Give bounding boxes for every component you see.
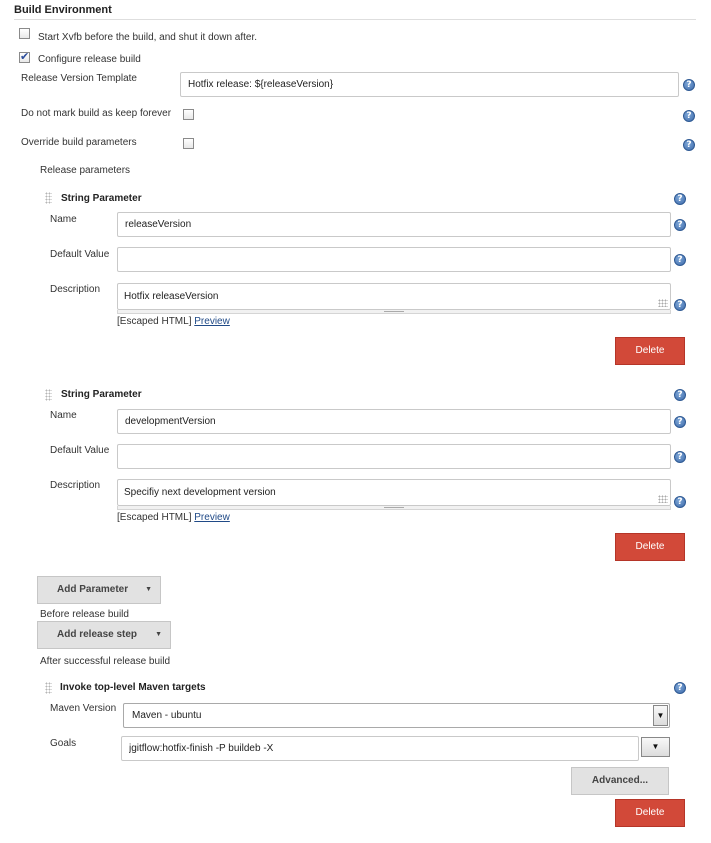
escaped-html-note: [Escaped HTML] Preview [117,316,230,327]
param-description-label: Description [50,284,101,295]
chevron-down-icon[interactable]: ▼ [653,705,668,726]
resize-grip-icon[interactable] [658,299,668,307]
caret-down-icon: ▼ [145,586,152,593]
drag-handle-icon[interactable] [45,682,52,694]
help-icon[interactable]: ? [683,79,695,91]
param-default-input[interactable] [117,247,671,272]
resize-grip-icon[interactable] [658,495,668,503]
section-title: Build Environment [14,4,112,16]
preview-link[interactable]: Preview [194,512,230,523]
param-default-label: Default Value [50,445,110,456]
param-description-textarea[interactable]: Specifiy next development version [117,479,671,506]
param-header: String Parameter [61,389,142,400]
goals-label: Goals [50,738,77,749]
help-icon[interactable]: ? [674,389,686,401]
help-icon[interactable]: ? [674,451,686,463]
param-default-input[interactable] [117,444,671,469]
maven-version-value: Maven - ubuntu [132,710,202,721]
add-parameter-label: Add Parameter [57,584,129,595]
release-parameters-label: Release parameters [40,165,131,176]
caret-down-icon: ▼ [155,631,162,638]
after-success-label: After successful release build [40,656,171,667]
help-icon[interactable]: ? [674,299,686,311]
param-name-label: Name [50,410,77,421]
escaped-html-note: [Escaped HTML] Preview [117,512,230,523]
configure-release-checkbox[interactable] [19,50,30,63]
param-description-label: Description [50,480,101,491]
help-icon[interactable]: ? [683,139,695,151]
param-header: String Parameter [61,193,142,204]
textarea-resize-bar[interactable] [117,310,671,314]
expand-goals-icon[interactable]: ▼ [641,737,670,757]
maven-header: Invoke top-level Maven targets [60,682,206,693]
help-icon[interactable]: ? [674,496,686,508]
help-icon[interactable]: ? [683,110,695,122]
release-version-template-input[interactable] [180,72,679,97]
param-description-value: Hotfix releaseVersion [124,291,219,302]
keep-forever-checkbox[interactable] [183,109,194,120]
param-name-input[interactable] [117,409,671,434]
configure-release-label: Configure release build [38,54,141,65]
drag-handle-icon[interactable] [45,192,52,204]
help-icon[interactable]: ? [674,193,686,205]
help-icon[interactable]: ? [674,254,686,266]
param-name-input[interactable] [117,212,671,237]
escaped-html-text: [Escaped HTML] [117,316,192,327]
maven-version-select[interactable]: Maven - ubuntu ▼ [123,703,670,728]
xvfb-label: Start Xvfb before the build, and shut it… [38,32,258,43]
param-description-value: Specifiy next development version [124,487,276,498]
before-release-label: Before release build [40,609,129,620]
section-divider [14,19,696,20]
textarea-resize-bar[interactable] [117,506,671,510]
xvfb-checkbox[interactable] [19,28,30,39]
help-icon[interactable]: ? [674,682,686,694]
help-icon[interactable]: ? [674,416,686,428]
maven-version-label: Maven Version [50,703,117,714]
keep-forever-label: Do not mark build as keep forever [21,108,172,119]
help-icon[interactable]: ? [674,219,686,231]
override-params-label: Override build parameters [21,137,137,148]
add-parameter-button[interactable]: Add Parameter ▼ [37,576,161,604]
release-version-template-label: Release Version Template [21,73,137,84]
add-release-step-button[interactable]: Add release step ▼ [37,621,171,649]
preview-link[interactable]: Preview [194,316,230,327]
delete-button[interactable]: Delete [615,337,685,365]
goals-input[interactable] [121,736,639,761]
param-description-textarea[interactable]: Hotfix releaseVersion [117,283,671,310]
drag-handle-icon[interactable] [45,389,52,401]
param-name-label: Name [50,214,77,225]
delete-button[interactable]: Delete [615,533,685,561]
advanced-button[interactable]: Advanced... [571,767,669,795]
add-release-step-label: Add release step [57,629,138,640]
param-default-label: Default Value [50,249,110,260]
override-params-checkbox[interactable] [183,138,194,149]
delete-button[interactable]: Delete [615,799,685,827]
escaped-html-text: [Escaped HTML] [117,512,192,523]
